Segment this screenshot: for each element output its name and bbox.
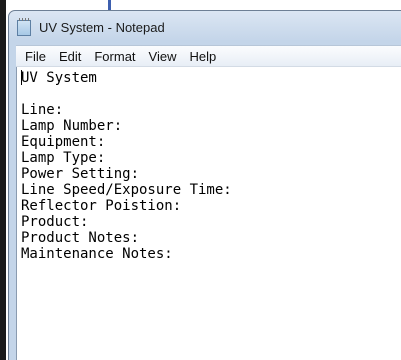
editor-line-2 bbox=[21, 86, 401, 102]
editor-line-10: Product: bbox=[21, 214, 89, 230]
editor-line-3: Line: bbox=[21, 102, 64, 118]
editor-line-12: Maintenance Notes: bbox=[21, 246, 173, 262]
editor-line-5: Equipment: bbox=[21, 134, 106, 150]
editor-line-4: Lamp Number: bbox=[21, 118, 123, 134]
editor-line-7: Power Setting: bbox=[21, 166, 140, 182]
editor-line-8: Line Speed/Exposure Time: bbox=[21, 182, 232, 198]
editor-line-1-text: UV System bbox=[21, 70, 97, 86]
screen: UV System - Notepad File Edit Format Vie… bbox=[0, 0, 401, 360]
menu-file[interactable]: File bbox=[19, 49, 52, 64]
menu-help[interactable]: Help bbox=[183, 49, 222, 64]
notepad-window: UV System - Notepad File Edit Format Vie… bbox=[8, 10, 401, 360]
notepad-icon[interactable] bbox=[17, 18, 31, 36]
editor-line-1: UV System bbox=[21, 70, 401, 86]
menu-view[interactable]: View bbox=[143, 49, 183, 64]
title-bar[interactable]: UV System - Notepad bbox=[9, 11, 401, 45]
menu-bar: File Edit Format View Help bbox=[16, 45, 401, 67]
window-title: UV System - Notepad bbox=[39, 20, 165, 35]
editor-line-11: Product Notes: bbox=[21, 230, 140, 246]
text-editor[interactable]: UV System Line: Lamp Number: Equipment: … bbox=[16, 67, 401, 360]
editor-line-6: Lamp Type: bbox=[21, 150, 106, 166]
editor-line-9: Reflector Poistion: bbox=[21, 198, 182, 214]
menu-format[interactable]: Format bbox=[88, 49, 141, 64]
desktop-background-edge bbox=[0, 0, 6, 360]
menu-edit[interactable]: Edit bbox=[53, 49, 87, 64]
